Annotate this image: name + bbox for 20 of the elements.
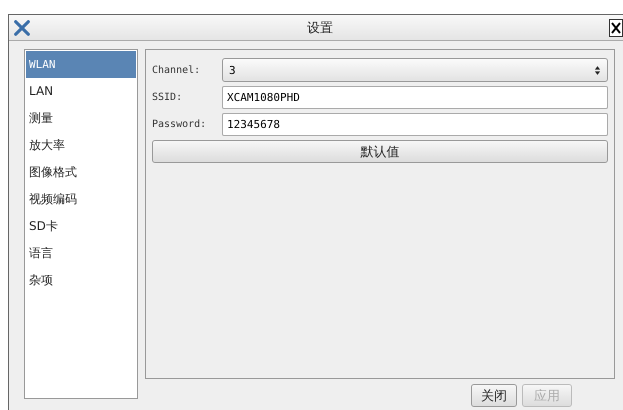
sidebar-item[interactable]: WLAN [26,51,136,78]
sidebar-item[interactable]: 视频编码 [26,186,136,213]
window-title: 设置 [306,20,334,36]
sidebar-item[interactable]: 图像格式 [26,159,136,186]
field-label: Password: [152,119,208,130]
field-label: Channel: [152,64,202,76]
sidebar-item[interactable]: 语言 [26,240,136,267]
input-field[interactable]: 12345678 [222,113,608,136]
sidebar-item[interactable]: LAN [26,78,136,105]
sidebar-item[interactable]: SD卡 [26,213,136,240]
close-icon[interactable] [609,18,623,36]
input-field[interactable]: XCAM1080PHD [222,86,608,109]
dialog-button[interactable]: 关闭 [471,384,517,407]
sidebar-item[interactable]: 测量 [26,105,136,132]
field-label: SSID: [152,92,184,103]
spinner-arrows-icon [594,64,601,76]
sidebar-item[interactable]: 放大率 [26,132,136,159]
default-button[interactable]: 默认值 [152,140,608,163]
channel-dropdown[interactable]: 3 [222,58,608,82]
sidebar-item[interactable]: 杂项 [26,267,136,294]
